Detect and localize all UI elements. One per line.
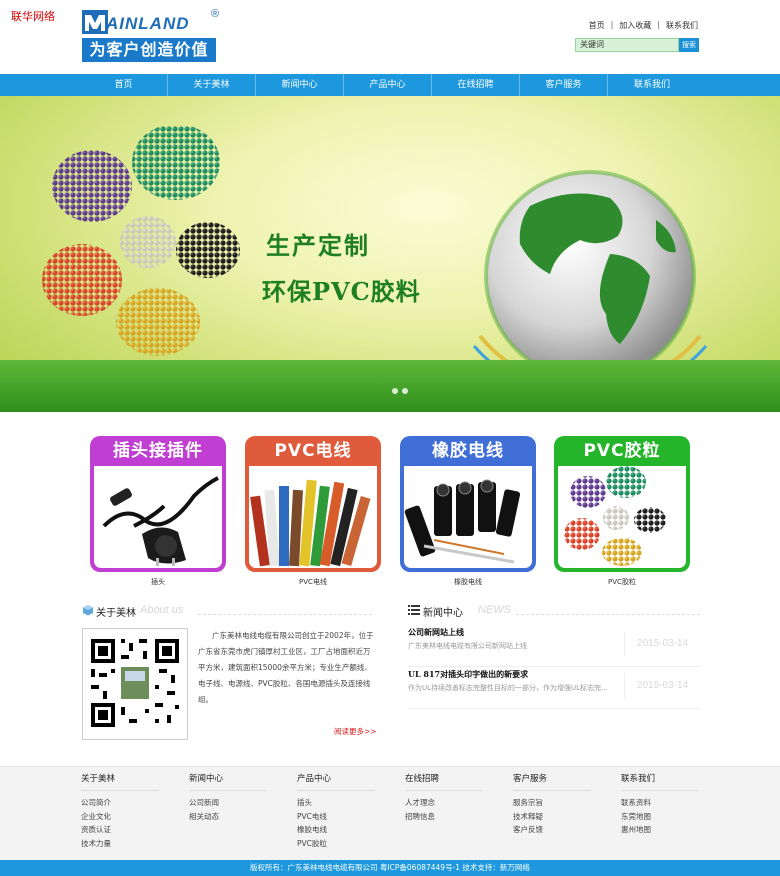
footer-column-news: 新闻中心 公司新闻 相关动态 [189,772,267,823]
news-item-date: 2015-03-14 [624,631,700,657]
product-card-rubber-wire[interactable]: 橡胶电线 [400,436,536,572]
product-card-title: PVC电线 [274,441,352,461]
nav-item-about[interactable]: 关于美林 [168,74,256,96]
footer-link[interactable]: 相关动态 [189,810,267,824]
footer-link[interactable]: 技术释疑 [513,810,591,824]
nav-item-contact[interactable]: 联系我们 [608,74,696,96]
list-icon [408,605,420,615]
footer-link[interactable]: 招聘信息 [405,810,483,824]
footer-heading[interactable]: 在线招聘 [405,772,483,791]
top-links: 首页 | 加入收藏 | 联系我们 [589,20,698,31]
footer-column-jobs: 在线招聘 人才理念 招聘信息 [405,772,483,823]
news-item-desc: 广东美林电线电缆有限公司新网站上线 [408,642,527,650]
footer-link[interactable]: 插头 [297,796,375,810]
footer-link[interactable]: 企业文化 [81,810,159,824]
search-button[interactable]: 搜索 [679,38,699,52]
nav-item-products[interactable]: 产品中心 [344,74,432,96]
corner-tag: 联华网络 [11,10,55,23]
product-card-title: PVC胶粒 [583,441,661,461]
footer-link[interactable]: 技术力量 [81,837,159,851]
banner-title: 生产定制 [266,231,370,260]
main-nav: 首页 关于美林 新闻中心 产品中心 在线招聘 客户服务 联系我们 [80,74,700,96]
news-item-title[interactable]: UL 817对插头印字做出的新要求 [408,669,528,680]
footer-heading[interactable]: 产品中心 [297,772,375,791]
plug-image [94,466,222,568]
top-link-contact[interactable]: 联系我们 [666,20,698,31]
pvc-wire-image [249,466,377,568]
separator: | [610,20,614,29]
product-caption[interactable]: PVC胶粒 [554,577,690,587]
news-item-date: 2015-03-14 [624,673,700,699]
footer-link[interactable]: 联系资料 [621,796,699,810]
nav-item-jobs[interactable]: 在线招聘 [432,74,520,96]
top-link-favorite[interactable]: 加入收藏 [619,20,651,31]
about-title-en: About us [140,604,184,616]
news-item[interactable]: 公司新网站上线 广东美林电线电缆有限公司新网站上线 2015-03-14 [408,627,700,667]
footer-link[interactable]: PVC电线 [297,810,375,824]
product-caption[interactable]: 插头 [90,577,226,587]
logo-wordmark: AINLAND [106,14,190,33]
footer-link[interactable]: 公司简介 [81,796,159,810]
news-item-title[interactable]: 公司新网站上线 [408,627,464,638]
copyright-bar: 版权所有：广东美林电线电缆有限公司 粤ICP备06087449号-1 技术支持：… [0,860,780,876]
pvc-pellets-image [558,466,686,568]
footer-link[interactable]: 东莞地图 [621,810,699,824]
about-title: 关于美林 [96,608,136,619]
rubber-wire-image [404,466,532,568]
footer-column-products: 产品中心 插头 PVC电线 橡胶电线 PVC胶粒 [297,772,375,850]
footer-heading[interactable]: 联系我们 [621,772,699,791]
footer-heading[interactable]: 客户服务 [513,772,591,791]
top-link-home[interactable]: 首页 [589,20,605,31]
nav-item-news[interactable]: 新闻中心 [256,74,344,96]
product-caption[interactable]: PVC电线 [245,577,381,587]
divider [516,614,700,615]
logo[interactable]: AINLAND [82,10,210,34]
footer-link[interactable]: 公司新闻 [189,796,267,810]
footer-column-contact: 联系我们 联系资料 东莞地图 惠州地图 [621,772,699,837]
pvc-pellets-image [42,126,240,356]
footer-column-about: 关于美林 公司简介 企业文化 资质认证 技术力量 [81,772,159,850]
news-item[interactable]: UL 817对插头印字做出的新要求 作为UL持续改善标志完整性目标的一部分，作为… [408,669,700,709]
search-input[interactable]: 关键词 [575,38,679,52]
product-card-pvc-wire[interactable]: PVC电线 [245,436,381,572]
footer-link[interactable]: PVC胶粒 [297,837,375,851]
product-card-plug[interactable]: 插头接插件 [90,436,226,572]
hero-banner[interactable]: 生产定制 环保PVC胶料 [0,96,780,412]
footer-link[interactable]: 惠州地图 [621,823,699,837]
divider [198,614,372,615]
logo-slogan: 为客户创造价值 [82,38,216,62]
product-card-pvc-pellets[interactable]: PVC胶粒 [554,436,690,572]
registered-mark: ® [211,8,220,20]
read-more-link[interactable]: 阅读更多>> [334,726,377,737]
nav-item-service[interactable]: 客户服务 [520,74,608,96]
product-card-title: 插头接插件 [113,441,203,461]
product-caption[interactable]: 橡胶电线 [400,577,536,587]
footer-link[interactable]: 客户反馈 [513,823,591,837]
news-item-desc: 作为UL持续改善标志完整性目标的一部分，作为增强UL标志完... [408,684,608,692]
banner-subtitle: 环保PVC胶料 [262,277,421,306]
footer-column-service: 客户服务 服务宗旨 技术释疑 客户反馈 [513,772,591,837]
globe-image [472,170,708,396]
footer-link[interactable]: 资质认证 [81,823,159,837]
news-title: 新闻中心 [423,608,463,619]
about-description: 广东美林电线电缆有限公司创立于2002年，位于广东省东莞市虎门镇厚村工业区，工厂… [198,631,374,704]
grass-band [0,360,780,412]
slide-indicator [392,388,408,394]
product-card-title: 橡胶电线 [432,441,504,461]
footer-link[interactable]: 服务宗旨 [513,796,591,810]
cube-icon [83,605,93,616]
footer-heading[interactable]: 关于美林 [81,772,159,791]
nav-item-home[interactable]: 首页 [80,74,168,96]
logo-m-mark [82,10,108,34]
qr-code [82,628,188,740]
footer-heading[interactable]: 新闻中心 [189,772,267,791]
news-title-en: NEWS [478,604,511,616]
slide-dot[interactable] [402,388,408,394]
footer-link[interactable]: 橡胶电线 [297,823,375,837]
separator: | [657,20,660,29]
footer-link[interactable]: 人才理念 [405,796,483,810]
slide-dot[interactable] [392,388,398,394]
